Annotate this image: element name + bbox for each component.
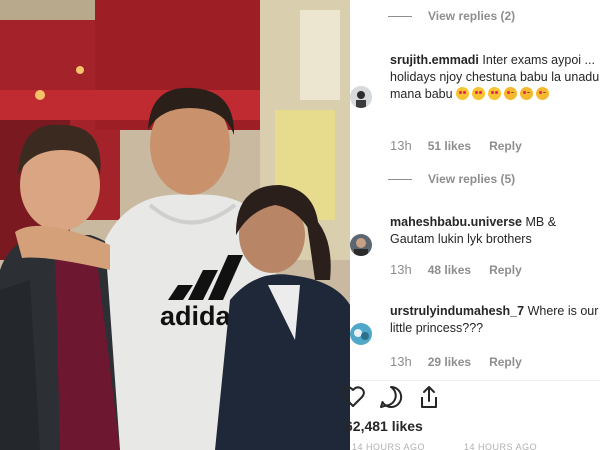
post-time-ago[interactable]: 14 HOURS AGO <box>464 442 537 450</box>
family-photo-image: adidas <box>0 0 350 450</box>
comment-time[interactable]: 13h <box>390 262 412 277</box>
kissing-face-icon <box>536 87 550 100</box>
comment-text-block: urstrulyindumahesh_7 Where is our little… <box>390 303 600 337</box>
kissing-face-icon <box>504 87 518 100</box>
post-likes-count[interactable]: 62,481 likes <box>345 418 423 434</box>
post-actions <box>340 382 600 412</box>
view-replies-button[interactable]: View replies (2) <box>388 9 515 23</box>
comment-text-block: maheshbabu.universe MB & Gautam lukin ly… <box>390 214 600 248</box>
replies-divider <box>388 15 412 17</box>
star-struck-icon <box>472 87 486 100</box>
comment-text-block: srujith.emmadi Inter exams aypoi ... hol… <box>390 52 600 103</box>
comment-likes[interactable]: 48 likes <box>428 263 471 277</box>
comment-meta: 13h 48 likes Reply <box>390 262 522 277</box>
comment-time[interactable]: 13h <box>390 354 412 369</box>
comment-time[interactable]: 13h <box>390 138 412 153</box>
view-replies-label: View replies (5) <box>428 172 516 186</box>
post-time-ago[interactable]: 14 HOURS AGO <box>352 442 425 450</box>
comment-likes[interactable]: 51 likes <box>428 139 471 153</box>
post-photo: adidas <box>0 0 350 450</box>
avatar-image <box>350 234 372 256</box>
avatar-image <box>350 86 372 108</box>
comment-username[interactable]: urstrulyindumahesh_7 <box>390 304 524 318</box>
avatar-image <box>350 323 372 345</box>
comment-likes[interactable]: 29 likes <box>428 355 471 369</box>
view-replies-button[interactable]: View replies (5) <box>388 172 515 186</box>
kissing-face-icon <box>520 87 534 100</box>
avatar[interactable] <box>350 234 372 256</box>
emoji-group <box>456 87 552 101</box>
actions-divider <box>350 380 600 381</box>
comment-icon[interactable] <box>378 384 404 410</box>
comments-panel: View replies (2) srujith.emmadi Inter ex… <box>350 0 600 380</box>
reply-button[interactable]: Reply <box>489 355 522 369</box>
replies-divider <box>388 178 412 180</box>
star-struck-icon <box>456 87 470 100</box>
post-timestamps: 14 HOURS AGO 14 HOURS AGO <box>352 442 573 450</box>
comment-username[interactable]: maheshbabu.universe <box>390 215 522 229</box>
reply-button[interactable]: Reply <box>489 139 522 153</box>
view-replies-label: View replies (2) <box>428 9 516 23</box>
comment-meta: 13h 29 likes Reply <box>390 354 522 369</box>
comment-meta: 13h 51 likes Reply <box>390 138 522 153</box>
share-icon[interactable] <box>416 384 442 410</box>
avatar[interactable] <box>350 86 372 108</box>
reply-button[interactable]: Reply <box>489 263 522 277</box>
avatar[interactable] <box>350 323 372 345</box>
heart-icon[interactable] <box>340 384 366 410</box>
star-struck-icon <box>488 87 502 100</box>
comment-username[interactable]: srujith.emmadi <box>390 53 479 67</box>
